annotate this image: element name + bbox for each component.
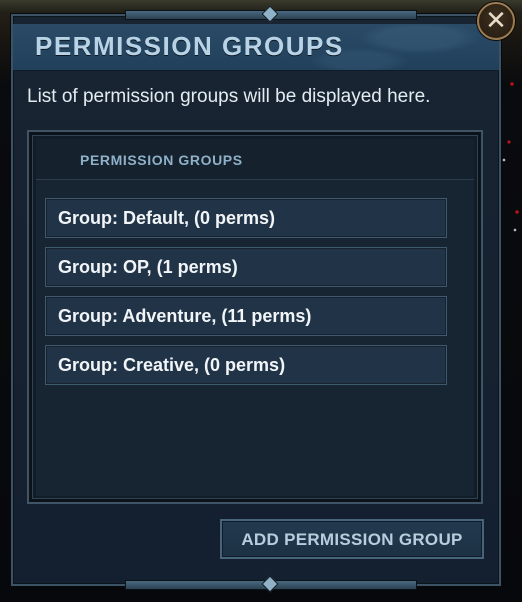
dialog-title: PERMISSION GROUPS bbox=[35, 31, 344, 61]
group-item-label: Group: Adventure, (11 perms) bbox=[58, 306, 312, 326]
description-text: List of permission groups will be displa… bbox=[27, 86, 431, 107]
game-screen: PERMISSION GROUPS List of permission gro… bbox=[0, 0, 522, 602]
group-item-label: Group: Creative, (0 perms) bbox=[58, 355, 286, 375]
group-item-label: Group: Default, (0 perms) bbox=[58, 208, 276, 228]
group-item-default[interactable]: Group: Default, (0 perms) bbox=[45, 198, 447, 238]
groups-list-panel: PERMISSION GROUPS Group: Default, (0 per… bbox=[27, 130, 483, 504]
close-icon: ✕ bbox=[485, 5, 507, 35]
group-item-label: Group: OP, (1 perms) bbox=[58, 257, 238, 277]
group-item-op[interactable]: Group: OP, (1 perms) bbox=[45, 247, 447, 287]
bottom-ornament bbox=[125, 580, 417, 590]
list-header: PERMISSION GROUPS bbox=[36, 139, 474, 180]
group-item-adventure[interactable]: Group: Adventure, (11 perms) bbox=[45, 296, 447, 336]
group-item-creative[interactable]: Group: Creative, (0 perms) bbox=[45, 345, 447, 385]
groups-list[interactable]: Group: Default, (0 perms) Group: OP, (1 … bbox=[36, 180, 474, 496]
add-permission-group-label: ADD PERMISSION GROUP bbox=[241, 530, 463, 549]
top-ornament bbox=[125, 10, 417, 20]
close-button[interactable]: ✕ bbox=[477, 2, 515, 40]
permission-groups-dialog: PERMISSION GROUPS List of permission gro… bbox=[11, 10, 501, 590]
title-bar: PERMISSION GROUPS bbox=[13, 24, 499, 71]
add-permission-group-button[interactable]: ADD PERMISSION GROUP bbox=[220, 519, 484, 559]
list-header-label: PERMISSION GROUPS bbox=[80, 152, 243, 168]
